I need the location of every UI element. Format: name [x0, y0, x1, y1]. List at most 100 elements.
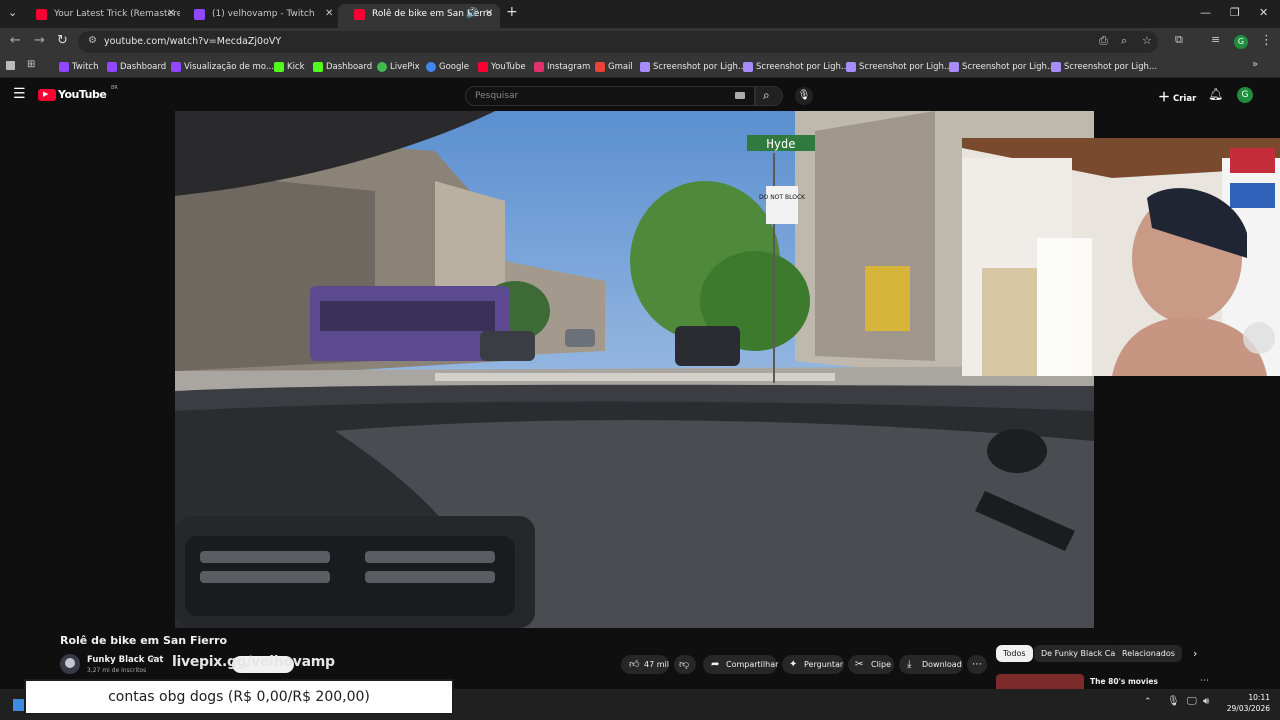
bookmark-screenshot-4[interactable]: Screenshot por Ligh...	[949, 60, 1055, 74]
zoom-icon[interactable]: ⌕	[1121, 34, 1127, 48]
clock-date[interactable]: 29/03/2026	[1222, 704, 1270, 713]
share-label: Compartilhar	[726, 660, 779, 669]
ask-button[interactable]: ✦ Perguntar	[782, 655, 844, 674]
create-button[interactable]: ＋ Criar	[1158, 88, 1196, 105]
site-info-icon[interactable]: ⚙	[88, 35, 97, 46]
tab-search-chevron-icon[interactable]: ⌄	[8, 6, 17, 19]
bookmark-star-icon[interactable]: ☆	[1142, 34, 1152, 47]
media-control-icon[interactable]: ≡	[1211, 33, 1220, 46]
search-input[interactable]: Pesquisar	[465, 86, 755, 106]
account-avatar[interactable]: G	[1237, 87, 1253, 103]
apps-grid-icon[interactable]: ⊞	[27, 59, 35, 70]
voice-search-icon[interactable]: 🎙	[795, 87, 813, 105]
tab-role-de-bike[interactable]: Rolê de bike em San Fierro 🔊 ✕	[338, 4, 500, 28]
bookmark-visualizacao[interactable]: Visualização de mo...	[171, 60, 274, 74]
clock-time[interactable]: 10:11	[1228, 693, 1270, 702]
instagram-icon	[534, 62, 544, 72]
bookmark-youtube[interactable]: YouTube	[478, 60, 526, 74]
install-app-icon[interactable]: ⎙	[1099, 34, 1108, 48]
close-window-icon[interactable]: ✕	[1259, 6, 1268, 19]
like-count: 47 mil	[644, 660, 669, 669]
minimize-icon[interactable]: —	[1200, 6, 1211, 19]
clip-button[interactable]: ✂ Clipe	[848, 655, 894, 674]
bookmark-google[interactable]: Google	[426, 60, 469, 74]
livepix-icon	[377, 62, 387, 72]
restore-icon[interactable]: ❐	[1230, 6, 1240, 19]
bookmark-label: Gmail	[608, 62, 633, 72]
kick-icon	[274, 62, 284, 72]
download-button[interactable]: ⤓ Download	[899, 655, 963, 674]
play-triangle-icon: ▶	[43, 90, 49, 98]
bookmark-livepix[interactable]: LivePix	[377, 60, 420, 74]
thumbs-up-icon: 👍︎	[629, 659, 640, 670]
bookmark-screenshot-2[interactable]: Screenshot por Ligh...	[743, 60, 849, 74]
search-button[interactable]: ⌕	[755, 86, 783, 106]
related-video-title[interactable]: The 80's movies	[1090, 677, 1158, 686]
microphone-tray-icon[interactable]: 🎙︎	[1167, 696, 1180, 707]
bookmark-label: Dashboard	[326, 62, 373, 72]
lightshot-icon	[743, 62, 753, 72]
bookmark-label: Screenshot por Ligh...	[962, 62, 1056, 72]
related-more-icon[interactable]: ⋯	[1200, 676, 1209, 686]
chip-related[interactable]: Relacionados	[1115, 645, 1182, 662]
chips-next-icon[interactable]: ›	[1193, 647, 1197, 660]
bookmark-screenshot-3[interactable]: Screenshot por Ligh...	[846, 60, 952, 74]
video-player[interactable]: Hyde DO NOT BLOCK	[175, 111, 1094, 628]
notifications-bell-icon[interactable]: 🔔︎	[1208, 87, 1223, 101]
like-button[interactable]: 👍︎ 47 mil	[621, 655, 669, 674]
related-thumbnail[interactable]	[996, 674, 1084, 689]
hamburger-menu-icon[interactable]: ☰	[13, 86, 26, 102]
extensions-icon[interactable]: ⧉	[1175, 33, 1183, 47]
bookmark-dashboard-kick[interactable]: Dashboard	[313, 60, 372, 74]
forward-icon[interactable]: →	[34, 33, 45, 48]
tab-your-latest-trick[interactable]: Your Latest Trick (Remastered 1 ✕	[20, 4, 180, 28]
twitch-icon	[59, 62, 69, 72]
tab-twitch[interactable]: (1) velhovamp - Twitch ✕	[178, 4, 340, 28]
close-tab-icon[interactable]: ✕	[485, 4, 493, 24]
keyboard-icon[interactable]	[735, 92, 745, 99]
bookmark-label: Kick	[287, 62, 305, 72]
donation-goal-overlay: contas obg dogs (R$ 0,00/R$ 200,00)	[24, 679, 454, 715]
new-tab-button[interactable]: +	[506, 4, 518, 20]
address-bar[interactable]: ⚙ youtube.com/watch?v=MecdaZj0oVY ⎙ ⌕ ☆	[78, 31, 1158, 53]
back-icon[interactable]: ←	[10, 33, 21, 48]
bookmark-gmail[interactable]: Gmail	[595, 60, 633, 74]
download-label: Download	[922, 660, 962, 669]
network-icon[interactable]: 🖵	[1187, 696, 1197, 707]
gmail-icon	[595, 62, 605, 72]
youtube-wordmark: YouTube	[58, 88, 107, 101]
video-frame: Hyde DO NOT BLOCK	[175, 111, 1094, 628]
close-tab-icon[interactable]: ✕	[325, 4, 333, 24]
tab-groups-icon[interactable]	[6, 61, 15, 70]
close-tab-icon[interactable]: ✕	[167, 4, 175, 24]
bookmark-label: LivePix	[390, 62, 420, 72]
chip-from-channel[interactable]: De Funky Black Cat	[1034, 645, 1126, 662]
browser-menu-icon[interactable]: ⋮	[1260, 33, 1273, 48]
profile-avatar[interactable]: G	[1234, 35, 1248, 49]
bookmark-label: Twitch	[72, 62, 99, 72]
reload-icon[interactable]: ↻	[57, 33, 68, 48]
twitch-icon	[171, 62, 181, 72]
bookmark-screenshot-5[interactable]: Screenshot por Ligh...	[1051, 60, 1157, 74]
show-hidden-icons-icon[interactable]: ⌃	[1144, 697, 1152, 707]
volume-icon[interactable]: 🔊︎	[1203, 696, 1209, 707]
share-button[interactable]: ➦ Compartilhar	[703, 655, 779, 674]
region-badge: BR	[111, 85, 118, 91]
bookmark-label: YouTube	[491, 62, 526, 72]
browser-toolbar: ← → ↻ ⚙ youtube.com/watch?v=MecdaZj0oVY …	[0, 28, 1280, 56]
browser-tab-strip: ⌄ Your Latest Trick (Remastered 1 ✕ (1) …	[0, 0, 1280, 28]
url-text[interactable]: youtube.com/watch?v=MecdaZj0oVY	[104, 36, 281, 47]
channel-avatar[interactable]	[60, 654, 80, 674]
bookmark-kick[interactable]: Kick	[274, 60, 305, 74]
chip-all[interactable]: Todos	[996, 645, 1033, 662]
bookmark-dashboard-twitch[interactable]: Dashboard	[107, 60, 166, 74]
bookmark-twitch[interactable]: Twitch	[59, 60, 99, 74]
more-bookmarks-icon[interactable]: »	[1252, 59, 1258, 70]
more-actions-button[interactable]: ⋯	[967, 655, 987, 674]
bookmark-screenshot-1[interactable]: Screenshot por Ligh...	[640, 60, 746, 74]
bookmark-instagram[interactable]: Instagram	[534, 60, 590, 74]
audio-playing-icon[interactable]: 🔊	[466, 4, 478, 24]
twitch-favicon-icon	[194, 9, 205, 20]
dislike-button[interactable]: 👎︎	[674, 655, 696, 674]
webcam-overlay	[962, 138, 1280, 376]
